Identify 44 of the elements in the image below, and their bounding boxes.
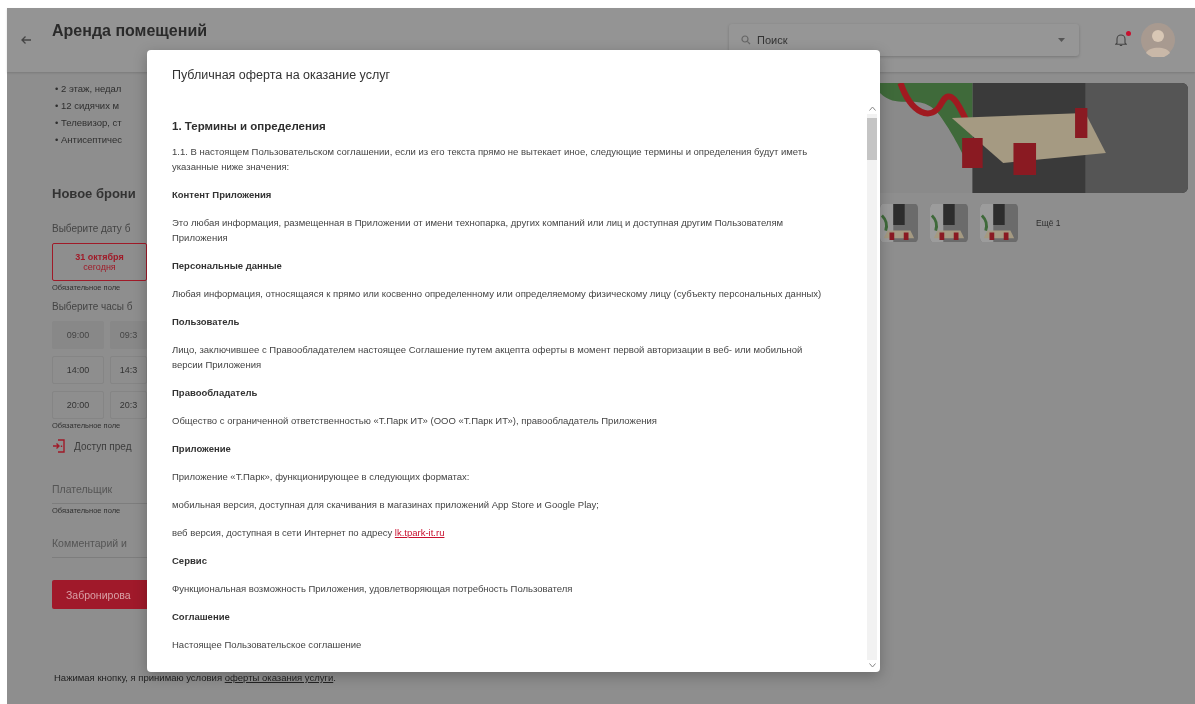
feature-item: • 2 этаж, недал [55,82,123,96]
term-title: Персональные данные [172,259,283,273]
feature-item: • Антисептичес [55,133,124,147]
scrollbar[interactable] [867,114,877,660]
time-slot[interactable]: 14:00 [52,356,104,384]
paragraph: 1.1. В настоящем Пользовательском соглашении, если из его текста прямо не вытекает иное, следующие термины и определения будут иметь указанные ниже значения: [172,145,809,174]
paragraph: Функциональная возможность Приложения, удовлетворяющая потребность Пользователя [172,582,574,596]
book-button[interactable]: Забронирова [52,580,147,609]
dialog-title: Публичная оферта на оказание услуг [171,67,392,84]
paragraph: Это любая информация, размещенная в Приложении от имени технопарка, других компаний или лиц и доступная другим Пользователям Приложения [172,216,785,245]
access-text: Доступ пред [74,440,132,452]
scroll-down-icon[interactable] [868,663,876,668]
term-title: Сервис [172,554,208,568]
term-title: Контент Приложения [172,188,273,202]
term-title: Приложение [172,442,232,456]
term-title: Соглашение [172,610,231,624]
term-title: Пользователь [172,315,241,329]
feature-item: • 12 сидячих м [55,99,121,113]
paragraph: Любая информация, относящаяся к прямо или косвенно определенному или определяемому физическому лицу (субъекту персональных данных) [172,287,823,301]
field-label: Выберите часы б [52,301,134,312]
caret-icon [1058,38,1065,42]
back-arrow-icon[interactable] [20,35,32,45]
term-title: Правообладатель [172,386,259,400]
search-field[interactable]: Поиск [729,24,1079,56]
avatar-icon[interactable] [1141,23,1175,57]
time-slot[interactable]: 20:00 [52,391,104,419]
paragraph: Приложение «Т.Парк», функционирующее в следующих форматах: [172,470,471,484]
section-heading: Новое брони [52,186,137,201]
section-heading: 1. Термины и определения [172,120,327,132]
consent-text: Нажимая кнопку, я принимаю условия оферты оказания услуги. [54,672,336,683]
paragraph: мобильная версия, доступная для скачивания в магазинах приложений App Store и Google Play; [172,498,600,512]
site-link[interactable]: lk.tpark-it.ru [394,527,445,538]
paragraph: Лицо, заключившее с Правообладателем настоящее Соглашение путем акцепта оферты в момент первой авторизации в веб- или мобильной версии Приложения [172,343,804,372]
field-label: Выберите дату б [52,223,132,234]
feature-item: • Телевизор, ст [55,116,123,130]
paragraph: Общество с ограниченной ответственностью «Т.Парк ИТ» (ООО «Т.Парк ИТ»), правообладатель Приложения [172,414,658,428]
page-title: Аренда помещений [52,22,208,40]
search-icon [741,35,751,45]
paragraph: веб версия, доступная в сети Интернет по адресу lk.tpark-it.ru [172,526,446,540]
more-photos-link[interactable]: Ещё 1 [1036,218,1061,228]
scroll-up-icon[interactable] [868,106,876,111]
date-option[interactable]: 31 октября сегодня [52,243,147,281]
door-icon [52,439,66,453]
paragraph: Настоящее Пользовательское соглашение [172,638,363,652]
